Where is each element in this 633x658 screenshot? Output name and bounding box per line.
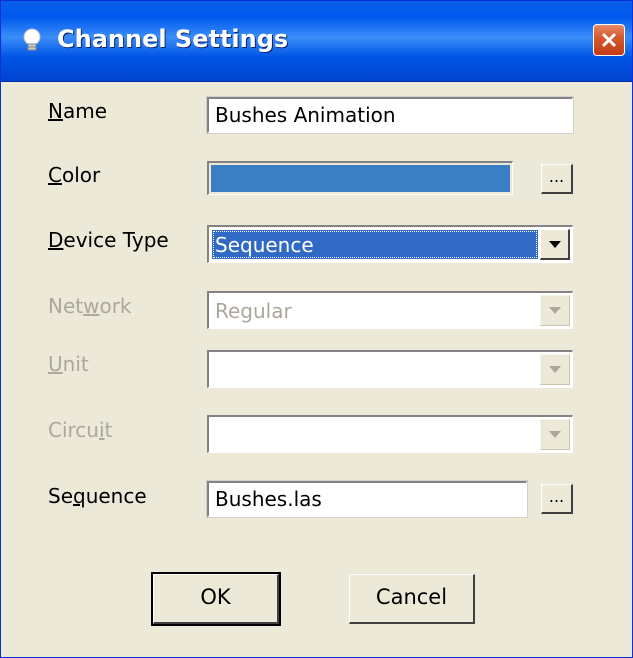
lightbulb-icon bbox=[23, 28, 41, 51]
circuit-label: Circuit bbox=[48, 418, 113, 442]
dropdown-arrow-button[interactable] bbox=[540, 354, 570, 385]
device-type-dropdown[interactable]: Sequence bbox=[207, 225, 573, 263]
network-value: Regular bbox=[215, 299, 292, 323]
circuit-value bbox=[212, 420, 538, 449]
window-title: Channel Settings bbox=[57, 25, 289, 53]
network-label: Network bbox=[48, 294, 132, 318]
unit-label: Unit bbox=[48, 352, 89, 376]
device-type-label: Device Type bbox=[48, 228, 169, 252]
close-button[interactable] bbox=[593, 24, 625, 56]
dropdown-arrow-button[interactable] bbox=[540, 419, 570, 450]
color-picker-button[interactable]: ... bbox=[541, 164, 573, 194]
dropdown-arrow-button[interactable] bbox=[540, 229, 570, 260]
sequence-label: Sequence bbox=[48, 484, 147, 508]
color-swatch-fill bbox=[211, 165, 510, 192]
chevron-down-icon bbox=[549, 431, 561, 438]
chevron-down-icon bbox=[549, 307, 561, 314]
title-bar[interactable]: Channel Settings bbox=[1, 1, 632, 82]
sequence-browse-button[interactable]: ... bbox=[541, 484, 573, 514]
chevron-down-icon bbox=[549, 241, 561, 248]
channel-settings-dialog: Channel Settings Name Bushes Animation C… bbox=[0, 0, 633, 658]
unit-dropdown[interactable] bbox=[207, 350, 573, 388]
name-field[interactable]: Bushes Animation bbox=[206, 96, 574, 134]
color-label: Color bbox=[48, 163, 101, 187]
dialog-body: Name Bushes Animation Color ... Device T… bbox=[1, 82, 632, 657]
chevron-down-icon bbox=[549, 366, 561, 373]
dropdown-arrow-button[interactable] bbox=[540, 295, 570, 326]
network-dropdown[interactable]: Regular bbox=[207, 291, 573, 329]
device-type-value: Sequence bbox=[212, 230, 538, 259]
color-swatch[interactable] bbox=[207, 161, 513, 195]
close-icon bbox=[601, 32, 617, 48]
unit-value bbox=[212, 355, 538, 384]
cancel-button[interactable]: Cancel bbox=[349, 574, 475, 624]
name-label: Name bbox=[48, 99, 108, 123]
sequence-field[interactable]: Bushes.las bbox=[206, 480, 528, 518]
ok-button[interactable]: OK bbox=[151, 572, 281, 626]
circuit-dropdown[interactable] bbox=[207, 415, 573, 453]
